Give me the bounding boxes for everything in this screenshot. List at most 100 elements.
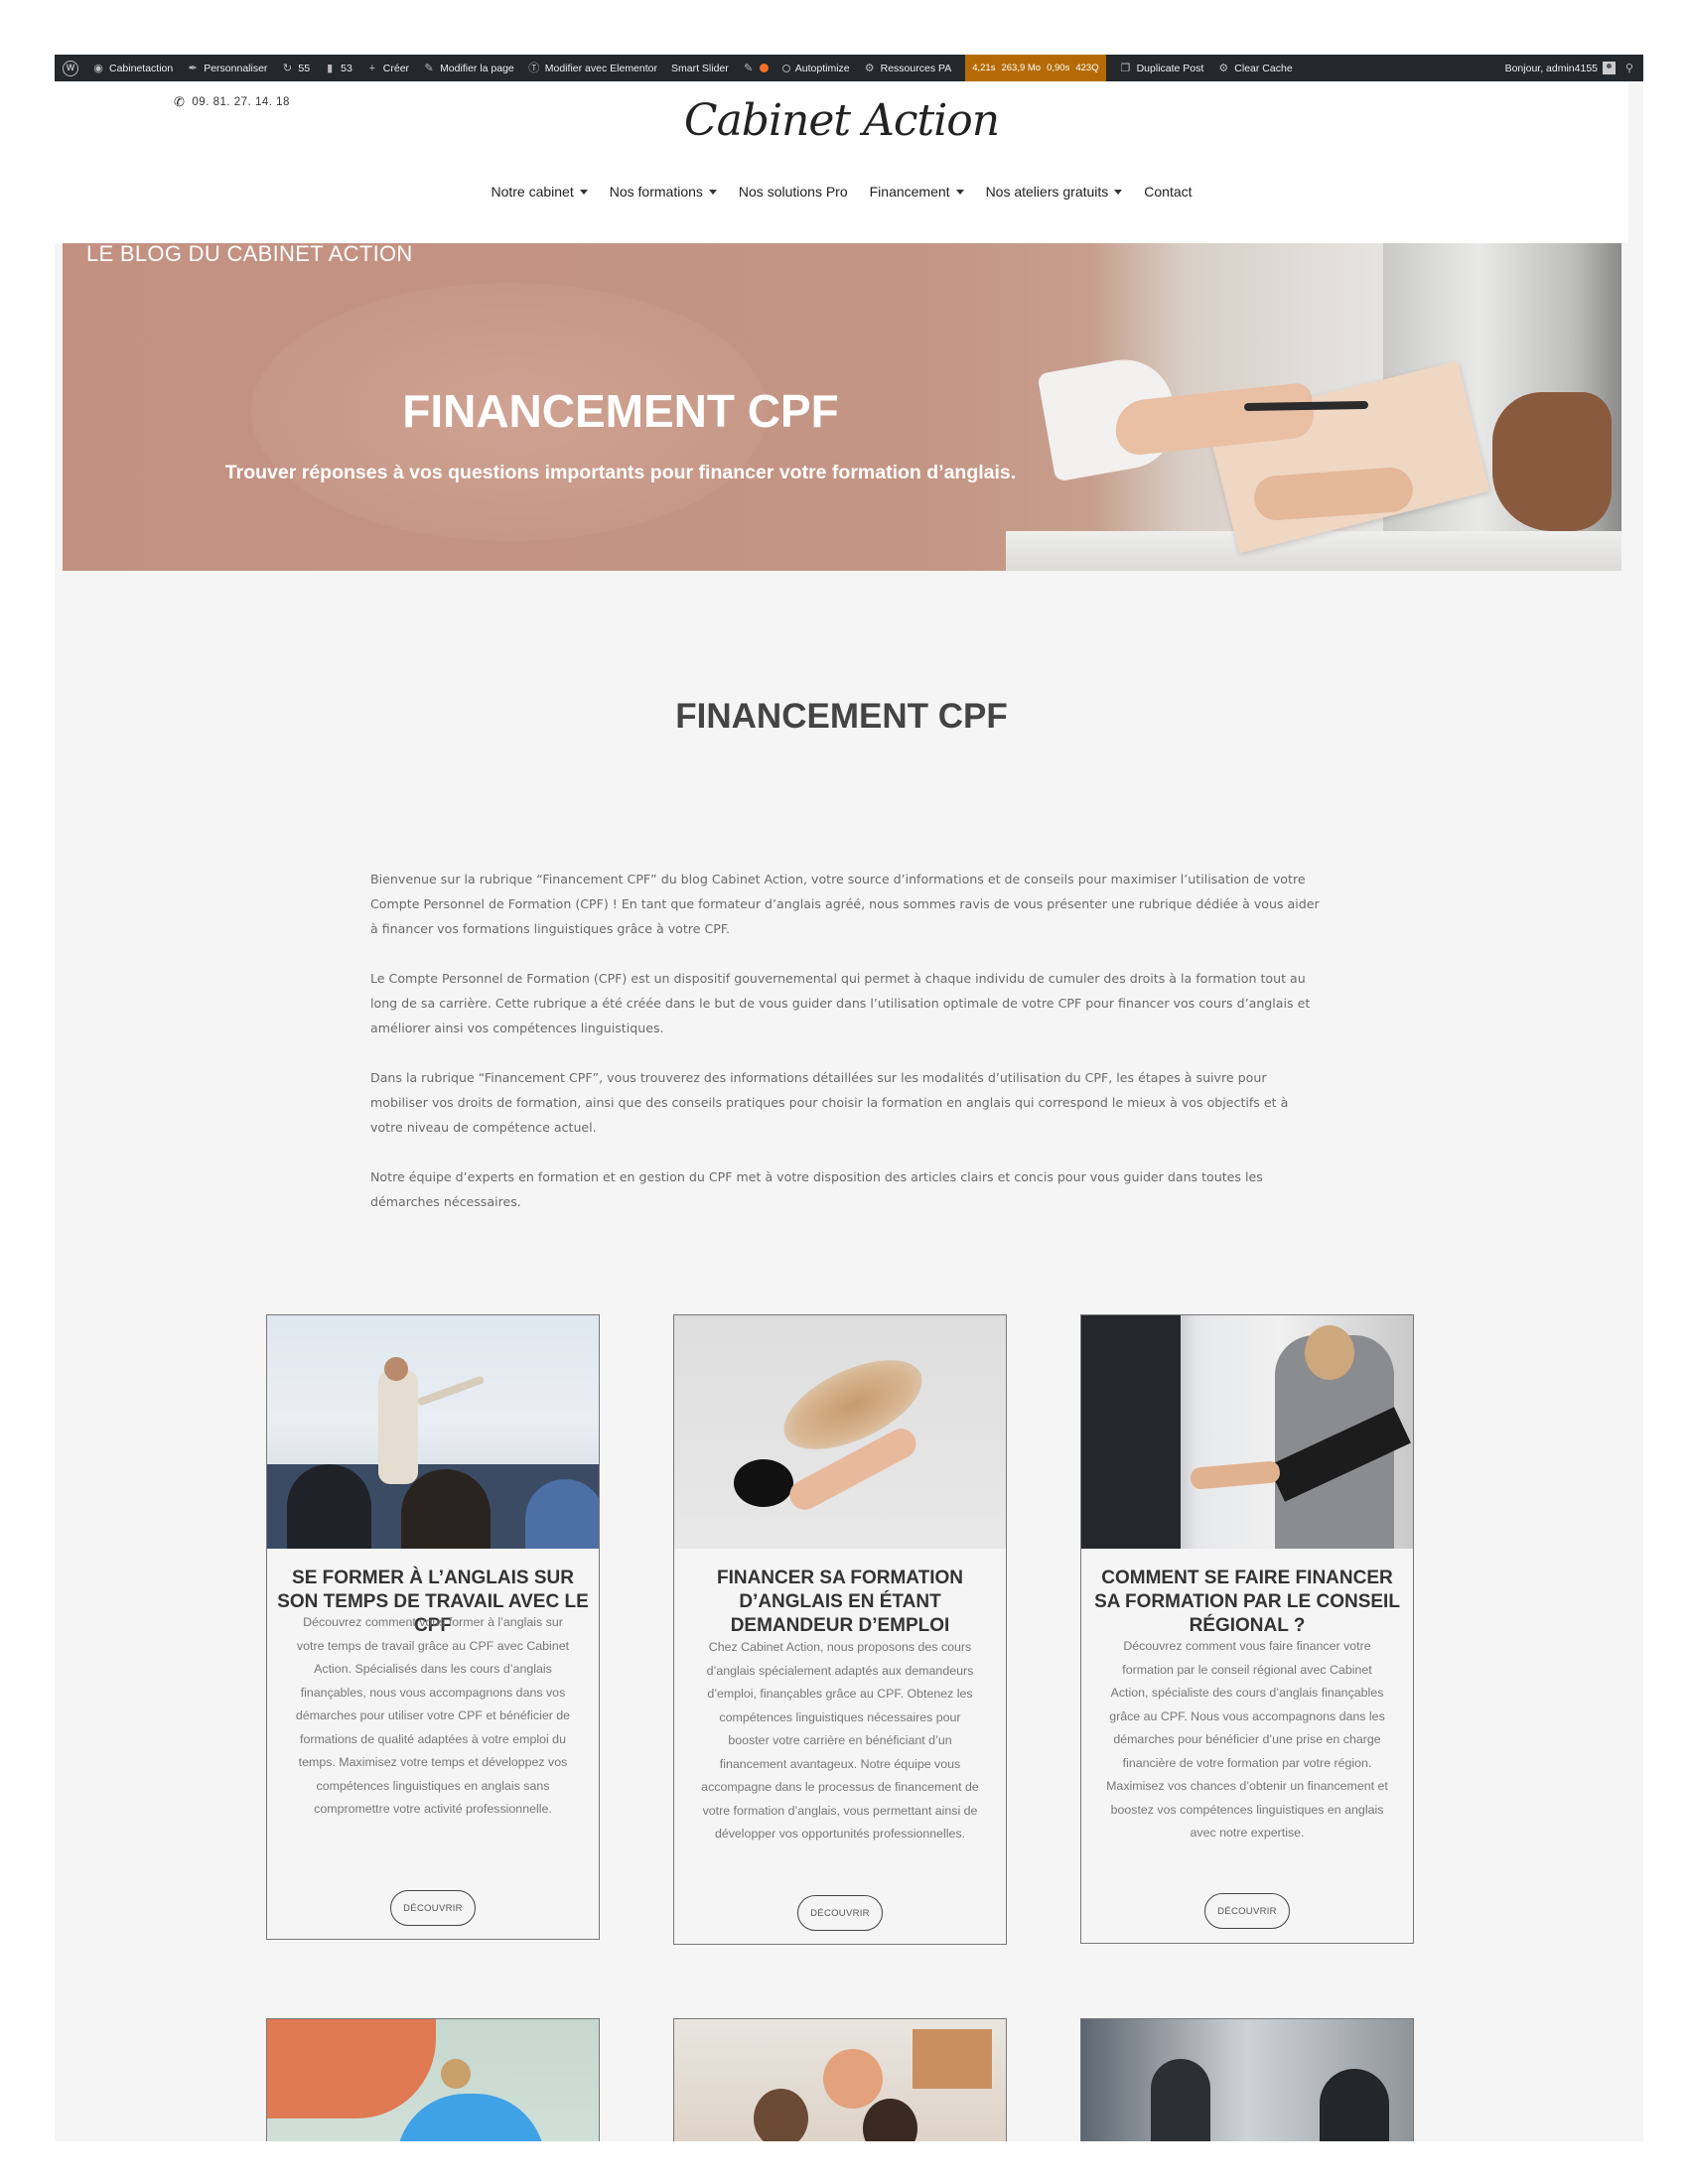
article-card: FINANCER SA FORMATION D’ANGLAIS EN ÉTANT… — [673, 1314, 1007, 1945]
chevron-down-icon — [708, 189, 717, 195]
plus-icon: + — [368, 62, 376, 74]
yoast-icon: ✎ — [744, 62, 754, 74]
qm-memory: 263,9 Mo — [1001, 63, 1042, 73]
updates-icon: ↻ — [282, 62, 293, 74]
admin-edit-page[interactable]: ✎ Modifier la page — [423, 62, 513, 74]
search-icon[interactable]: ⚲ — [1623, 63, 1635, 74]
admin-account: Bonjour, admin4155 ⚲ — [1505, 62, 1635, 74]
comment-icon: ▮ — [327, 62, 334, 74]
chevron-down-icon — [955, 189, 964, 195]
admin-autoptimize-label: Autoptimize — [794, 62, 850, 74]
admin-edit-elementor-label: Modifier avec Elementor — [544, 62, 657, 74]
card-title[interactable]: FINANCER SA FORMATION D’ANGLAIS EN ÉTANT… — [680, 1567, 1000, 1638]
query-monitor[interactable]: 4,21s 263,9 Mo 0,90s 423Q — [965, 55, 1106, 81]
admin-site-name[interactable]: ◉ Cabinetaction — [92, 63, 173, 74]
card-image-piggy-bank — [734, 1459, 793, 1507]
admin-clear-cache[interactable]: ⚙ Clear Cache — [1217, 63, 1292, 74]
discover-button[interactable]: DÉCOUVRIR — [390, 1890, 476, 1926]
article-card: SE FORMER À L’ANGLAIS SUR SON TEMPS DE T… — [266, 1314, 600, 1940]
brush-icon: ✒ — [188, 62, 198, 74]
card-image-presenter — [384, 1357, 408, 1381]
hero-banner: LE BLOG DU CABINET ACTION FINANCEMENT CP… — [63, 243, 1621, 571]
section-title: FINANCEMENT CPF — [675, 697, 1008, 736]
intro-paragraph: Bienvenue sur la rubrique “Financement C… — [370, 872, 1320, 936]
card-image[interactable] — [674, 1315, 1006, 1549]
admin-comments[interactable]: ▮ 53 — [324, 63, 352, 74]
card-excerpt: Chez Cabinet Action, nous proposons des … — [701, 1640, 979, 1841]
admin-clear-cache-label: Clear Cache — [1234, 62, 1293, 74]
avatar — [1603, 62, 1616, 74]
card-excerpt: Découvrez comment vous faire financer vo… — [1106, 1639, 1388, 1840]
nav-item-nos-formations[interactable]: Nos formations — [610, 184, 717, 200]
admin-site-name-label: Cabinetaction — [109, 62, 174, 74]
nav-label: Notre cabinet — [491, 184, 574, 200]
qm-db-time: 0,90s — [1047, 63, 1070, 73]
card-image-audience — [401, 1469, 491, 1549]
hero-subtitle: Trouver réponses à vos questions importa… — [224, 462, 1017, 483]
card-image-audience — [287, 1464, 371, 1549]
discover-button[interactable]: DÉCOUVRIR — [797, 1895, 883, 1931]
nav-item-notre-cabinet[interactable]: Notre cabinet — [491, 184, 588, 200]
article-card — [673, 2018, 1007, 2141]
admin-new[interactable]: + Créer — [366, 63, 409, 74]
admin-greeting[interactable]: Bonjour, admin4155 — [1505, 62, 1616, 74]
card-image-person — [1151, 2059, 1210, 2141]
qm-queries: 423Q — [1075, 63, 1099, 73]
admin-resources-label: Ressources PA — [880, 62, 952, 74]
gear-icon: ⚙ — [864, 62, 875, 74]
admin-autoptimize[interactable]: Autoptimize — [781, 62, 850, 74]
card-image[interactable] — [1081, 1315, 1413, 1549]
wordpress-logo-icon[interactable]: W — [63, 60, 78, 76]
nav-label: Financement — [869, 184, 950, 200]
seo-status-dot-icon — [759, 64, 769, 72]
admin-edit-elementor[interactable]: Ⓣ Modifier avec Elementor — [528, 63, 657, 74]
admin-updates-count: 55 — [298, 62, 311, 74]
card-image-hand — [1190, 1460, 1281, 1490]
nav-item-contact[interactable]: Contact — [1144, 184, 1192, 200]
nav-item-nos-solutions-pro[interactable]: Nos solutions Pro — [739, 184, 848, 200]
hero-photo-clasped-hands — [1492, 392, 1612, 531]
site-header: ✆ 09. 81. 27. 14. 18 Cabinet Action Notr… — [55, 81, 1628, 243]
nav-label: Nos solutions Pro — [738, 184, 848, 200]
card-image-person — [823, 2049, 883, 2109]
admin-customize[interactable]: ✒ Personnaliser — [187, 62, 268, 74]
pencil-icon: ✎ — [424, 62, 434, 74]
card-image-colleague — [1305, 1325, 1354, 1380]
chevron-down-icon — [1114, 189, 1123, 195]
card-image[interactable] — [267, 2019, 599, 2141]
nav-item-financement[interactable]: Financement — [870, 184, 964, 200]
discover-button[interactable]: DÉCOUVRIR — [1204, 1893, 1290, 1929]
intro-paragraph: Dans la rubrique “Financement CPF”, vous… — [370, 1070, 1289, 1135]
admin-bar: W ◉ Cabinetaction ✒ Personnaliser ↻ 55 ▮… — [55, 55, 1643, 81]
card-title[interactable]: COMMENT SE FAIRE FINANCER SA FORMATION P… — [1087, 1567, 1407, 1638]
intro-paragraph: Notre équipe d’experts en formation et e… — [370, 1169, 1263, 1209]
card-excerpt: Découvrez comment vous former à l’anglai… — [295, 1615, 571, 1816]
card-image-hand — [267, 2019, 436, 2118]
nav-label: Contact — [1144, 184, 1193, 200]
chevron-down-icon — [579, 189, 588, 195]
intro-text: Bienvenue sur la rubrique “Financement C… — [370, 867, 1324, 1239]
admin-resources[interactable]: ⚙ Ressources PA — [864, 63, 952, 74]
card-image[interactable] — [267, 1315, 599, 1549]
card-image-person — [754, 2089, 808, 2141]
card-image-coin — [441, 2059, 471, 2089]
article-card — [1080, 2018, 1414, 2141]
admin-duplicate-post[interactable]: ❐ Duplicate Post — [1120, 63, 1204, 74]
admin-customize-label: Personnaliser — [204, 62, 268, 74]
card-image[interactable] — [1081, 2019, 1413, 2141]
dashboard-icon: ◉ — [93, 62, 103, 74]
admin-seo[interactable]: ✎ — [743, 63, 769, 74]
card-image[interactable] — [674, 2019, 1006, 2141]
card-image-presenter — [378, 1370, 418, 1484]
autoptimize-status-icon — [781, 64, 790, 72]
card-image-person — [1320, 2069, 1389, 2141]
admin-smart-slider[interactable]: Smart Slider — [671, 63, 729, 74]
site-logo[interactable]: Cabinet Action — [55, 95, 1628, 146]
admin-duplicate-post-label: Duplicate Post — [1136, 62, 1204, 74]
nav-item-nos-ateliers-gratuits[interactable]: Nos ateliers gratuits — [986, 184, 1123, 200]
admin-updates[interactable]: ↻ 55 — [281, 63, 310, 74]
card-image-presenter — [416, 1375, 486, 1407]
card-image-piggy-bank — [396, 2094, 545, 2141]
hero-photo-table — [1006, 531, 1621, 571]
nav-label: Nos ateliers gratuits — [985, 184, 1109, 200]
